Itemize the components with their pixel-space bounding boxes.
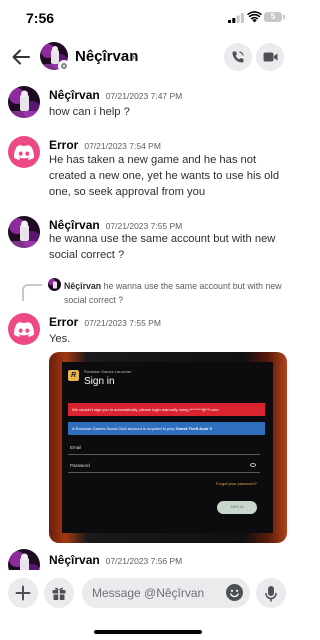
reply-preview[interactable]: Nêçîrvan he wanna use the same account b… [64, 279, 288, 307]
info-banner-game: Grand Theft Auto V [175, 426, 213, 431]
user-avatar[interactable] [8, 86, 40, 118]
wifi-icon [247, 11, 262, 23]
message-header: Error 07/21/2023 7:54 PM [49, 138, 161, 152]
signin-title: Sign in [84, 376, 115, 387]
message-header: Error 07/21/2023 7:55 PM [49, 315, 161, 329]
contact-avatar[interactable] [40, 42, 70, 72]
chevron-right-icon[interactable]: › [131, 49, 135, 64]
rockstar-logo-icon: R [68, 370, 79, 381]
message-composer [0, 570, 296, 640]
voice-call-button[interactable] [224, 43, 252, 71]
signin-button: SIGN IN [217, 501, 257, 514]
message-author[interactable]: Error [49, 315, 78, 329]
launcher-label: Rockstar Games Launcher [84, 369, 132, 374]
back-arrow-icon[interactable] [10, 46, 32, 68]
message-author[interactable]: Nêçîrvan [49, 88, 100, 102]
smiley-face-icon [230, 589, 239, 598]
info-banner: A Rockstar Games Social Club account is … [68, 422, 265, 435]
battery-indicator: 5 [264, 12, 285, 22]
microphone-icon [265, 585, 277, 602]
discord-logo-icon [14, 144, 34, 160]
user-avatar[interactable] [8, 216, 40, 248]
password-field: Password [68, 459, 260, 473]
emoji-button[interactable] [226, 584, 243, 601]
header-contact-name[interactable]: Nêçîrvan [75, 48, 138, 65]
message-timestamp: 07/21/2023 7:56 PM [105, 556, 183, 566]
forgot-password-link: Forgot your password? [216, 481, 257, 486]
attached-photo[interactable]: R Rockstar Games Launcher Sign in We cou… [49, 352, 287, 543]
offline-status-icon [58, 60, 70, 72]
reply-avatar [48, 278, 61, 291]
gift-nitro-button[interactable] [44, 578, 74, 608]
email-field: Email [68, 441, 260, 455]
home-indicator [94, 630, 202, 634]
password-label: Password [70, 463, 90, 468]
discord-logo-icon [14, 321, 34, 337]
info-banner-text: A Rockstar Games Social Club account is … [72, 426, 175, 431]
discord-default-avatar[interactable] [8, 313, 40, 345]
message-timestamp: 07/21/2023 7:55 PM [105, 221, 183, 231]
message-timestamp: 07/21/2023 7:47 PM [105, 91, 183, 101]
message-timestamp: 07/21/2023 7:54 PM [84, 141, 161, 151]
message-header: Nêçîrvan 07/21/2023 7:56 PM [49, 553, 182, 567]
video-camera-icon [263, 52, 277, 62]
photo-launcher-screen: R Rockstar Games Launcher Sign in We cou… [62, 362, 273, 533]
message-author[interactable]: Nêçîrvan [49, 553, 100, 567]
message-input[interactable] [82, 578, 250, 608]
dm-header: Nêçîrvan › [0, 38, 296, 78]
message-author[interactable]: Nêçîrvan [49, 218, 100, 232]
plus-icon [15, 585, 31, 601]
message-header: Nêçîrvan 07/21/2023 7:47 PM [49, 88, 182, 102]
error-banner: We couldn't sign you in automatically, p… [68, 403, 265, 416]
reply-author: Nêçîrvan [64, 281, 102, 291]
message-timestamp: 07/21/2023 7:55 PM [84, 318, 161, 328]
cellular-signal-icon [228, 13, 244, 23]
voice-message-button[interactable] [256, 578, 286, 608]
message-header: Nêçîrvan 07/21/2023 7:55 PM [49, 218, 182, 232]
message-text: He has taken a new game and he has not c… [49, 154, 280, 198]
message-text: Yes. [49, 333, 71, 345]
message-text: how can i help ? [49, 106, 130, 118]
discord-default-avatar[interactable] [8, 136, 40, 168]
phone-icon [232, 51, 244, 63]
gift-icon [52, 587, 66, 600]
message-text: he wanna use the same account but with n… [49, 233, 276, 261]
status-bar: 7:56 5 [0, 0, 296, 36]
status-time: 7:56 [26, 10, 55, 26]
video-call-button[interactable] [256, 43, 284, 71]
message-author[interactable]: Error [49, 138, 78, 152]
reply-connector [22, 284, 42, 301]
eye-icon [250, 463, 256, 467]
add-attachment-button[interactable] [8, 578, 38, 608]
